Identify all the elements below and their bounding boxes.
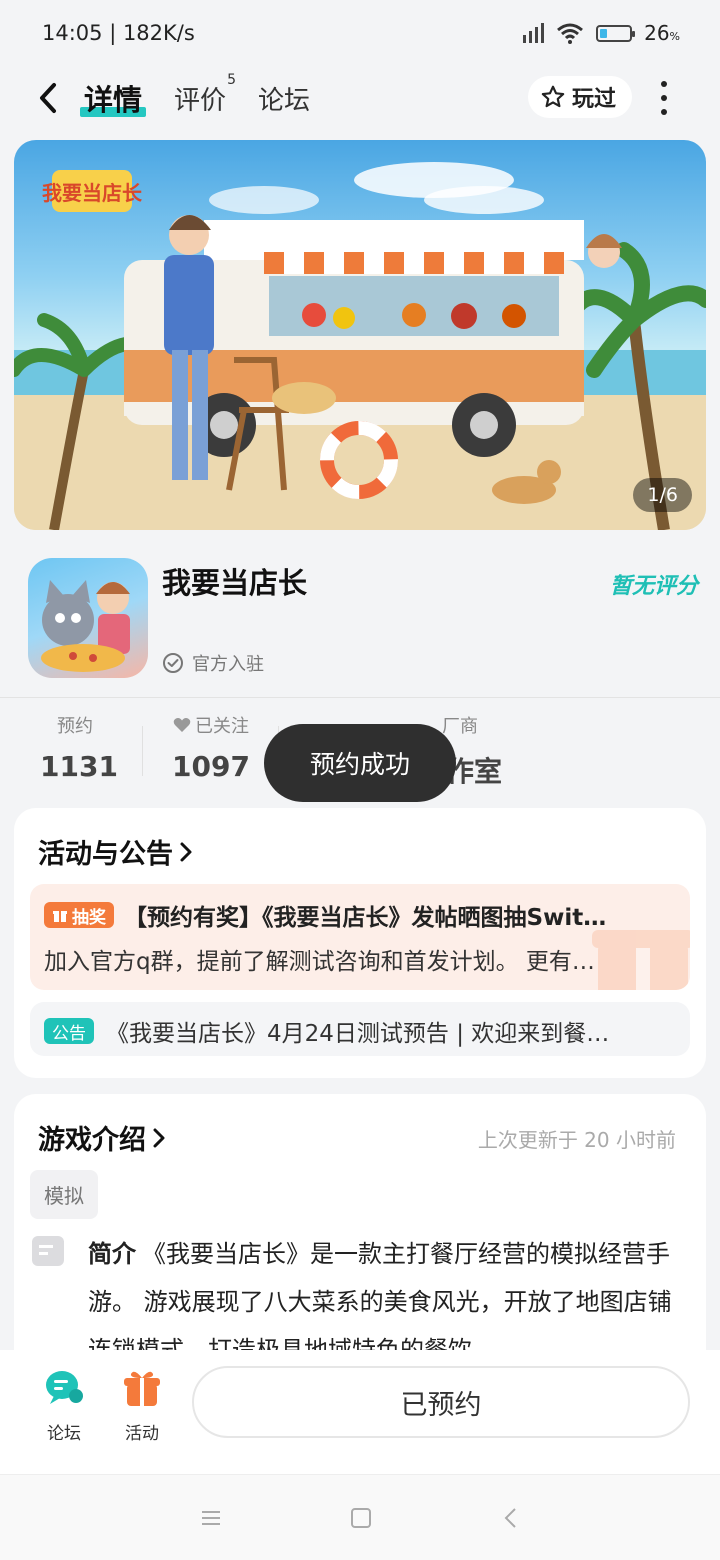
status-icons: 26%: [523, 21, 680, 45]
top-nav: 详情 评价 5 论坛 玩过: [0, 66, 720, 130]
status-bar: 14:05 | 182K/s 26%: [0, 0, 720, 66]
forum-label: 论坛: [47, 1424, 81, 1444]
activity-1-title-row: 抽奖 【预约有奖】《我要当店长》发帖晒图抽Swit…: [44, 898, 670, 932]
intro-title: 游戏介绍: [38, 1125, 146, 1156]
reviews-count-badge: 5: [227, 71, 237, 88]
stat-separator: [142, 726, 143, 776]
intro-card: 游戏介绍 上次更新于 20 小时前 模拟 简介 《我要当店长》是一款主打餐厅经营的…: [14, 1094, 706, 1394]
tab-details[interactable]: 详情: [79, 77, 147, 119]
back-button[interactable]: [28, 78, 68, 118]
lottery-tag-label: 抽奖: [72, 907, 106, 928]
activity-button[interactable]: 活动: [112, 1368, 172, 1444]
banner-illustration: 我要当店长: [14, 162, 706, 530]
tab-forum[interactable]: 论坛: [258, 80, 310, 117]
document-icon: [32, 1236, 64, 1266]
forum-button[interactable]: 论坛: [34, 1368, 94, 1444]
back-icon[interactable]: [498, 1505, 524, 1531]
battery-fill: [600, 28, 608, 38]
bottom-action-bar: 论坛 活动 已预约: [0, 1350, 720, 1474]
wifi-icon: [557, 23, 584, 44]
chat-bubble-icon: [46, 1371, 83, 1404]
battery-icon: [596, 24, 636, 42]
activity-item-lottery[interactable]: 抽奖 【预约有奖】《我要当店长》发帖晒图抽Swit… 加入官方q群，提前了解测试…: [30, 884, 690, 990]
stat-reservations-label: 预约: [57, 716, 93, 737]
stat-followers-label: 已关注: [195, 716, 249, 737]
stat-followers-value: 1097: [172, 750, 250, 783]
gift-icon: [124, 1371, 160, 1406]
more-menu-button[interactable]: [652, 80, 676, 116]
activity-2-row: 公告 《我要当店长》4月24日测试预告 | 欢迎来到餐…: [44, 1014, 670, 1048]
activity-item-notice[interactable]: 公告 《我要当店长》4月24日测试预告 | 欢迎来到餐…: [30, 1002, 690, 1056]
intro-label: 简介: [88, 1240, 136, 1268]
chevron-right-icon: [180, 842, 192, 861]
activities-title-link[interactable]: 活动与公告: [38, 832, 193, 871]
played-label: 玩过: [571, 87, 616, 112]
app-info: 我要当店长 官方入驻 暂无评分: [0, 540, 720, 698]
played-button[interactable]: 玩过: [527, 76, 632, 118]
stat-followers[interactable]: 已关注 1097: [168, 712, 254, 783]
stat-followers-label-row: 已关注: [168, 712, 254, 738]
stat-reservations: 预约 1131: [40, 712, 118, 783]
star-outline-icon: [541, 85, 565, 108]
check-circle-icon: [163, 653, 183, 673]
activity-2-title: 《我要当店长》4月24日测试预告 | 欢迎来到餐…: [106, 1021, 610, 1047]
activity-label: 活动: [125, 1424, 159, 1444]
official-badge: 官方入驻: [162, 650, 264, 676]
rating-label: 暂无评分: [609, 574, 698, 599]
toast-message: 预约成功: [264, 724, 456, 802]
svg-text:我要当店长: 我要当店长: [42, 181, 143, 205]
intro-body: 《我要当店长》是一款主打餐厅经营的模拟经营手游。 游戏展现了八大菜系的美食风光，…: [88, 1240, 672, 1364]
activities-title: 活动与公告: [38, 839, 173, 870]
reserved-button[interactable]: 已预约: [192, 1366, 690, 1438]
activity-1-title: 【预约有奖】《我要当店长》发帖晒图抽Swit…: [124, 905, 607, 931]
screenshot-carousel[interactable]: 我要当店长 1/6: [14, 140, 706, 530]
menu-icon[interactable]: [198, 1505, 224, 1531]
official-label: 官方入驻: [192, 654, 264, 675]
app-icon: [28, 558, 148, 678]
notice-tag: 公告: [44, 1018, 94, 1044]
app-name: 我要当店长: [162, 566, 308, 600]
stat-reservations-value: 1131: [40, 750, 118, 783]
status-time-speed: 14:05 | 182K/s: [42, 21, 195, 45]
lottery-tag: 抽奖: [44, 902, 114, 928]
back-arrow-icon: [40, 83, 56, 113]
home-icon[interactable]: [348, 1505, 374, 1531]
tab-reviews-label: 评价: [174, 85, 227, 116]
chevron-right-icon: [153, 1128, 165, 1147]
intro-title-link[interactable]: 游戏介绍: [38, 1118, 166, 1157]
carousel-counter: 1/6: [633, 478, 692, 512]
activities-card: 活动与公告 抽奖 【预约有奖】《我要当店长》发帖晒图抽Swit… 加入官方q群，…: [14, 808, 706, 1078]
tab-reviews[interactable]: 评价 5: [174, 72, 236, 117]
last-updated: 上次更新于 20 小时前: [477, 1128, 676, 1152]
gift-icon: [53, 911, 67, 922]
battery-percent: 26%: [644, 21, 680, 45]
activity-1-desc: 加入官方q群，提前了解测试咨询和首发计划。 更有…: [44, 949, 595, 975]
genre-tag[interactable]: 模拟: [30, 1170, 98, 1219]
system-nav-bar: [0, 1474, 720, 1560]
divider: [0, 697, 720, 698]
signal-icon: [523, 23, 545, 43]
heart-icon: [173, 718, 191, 732]
